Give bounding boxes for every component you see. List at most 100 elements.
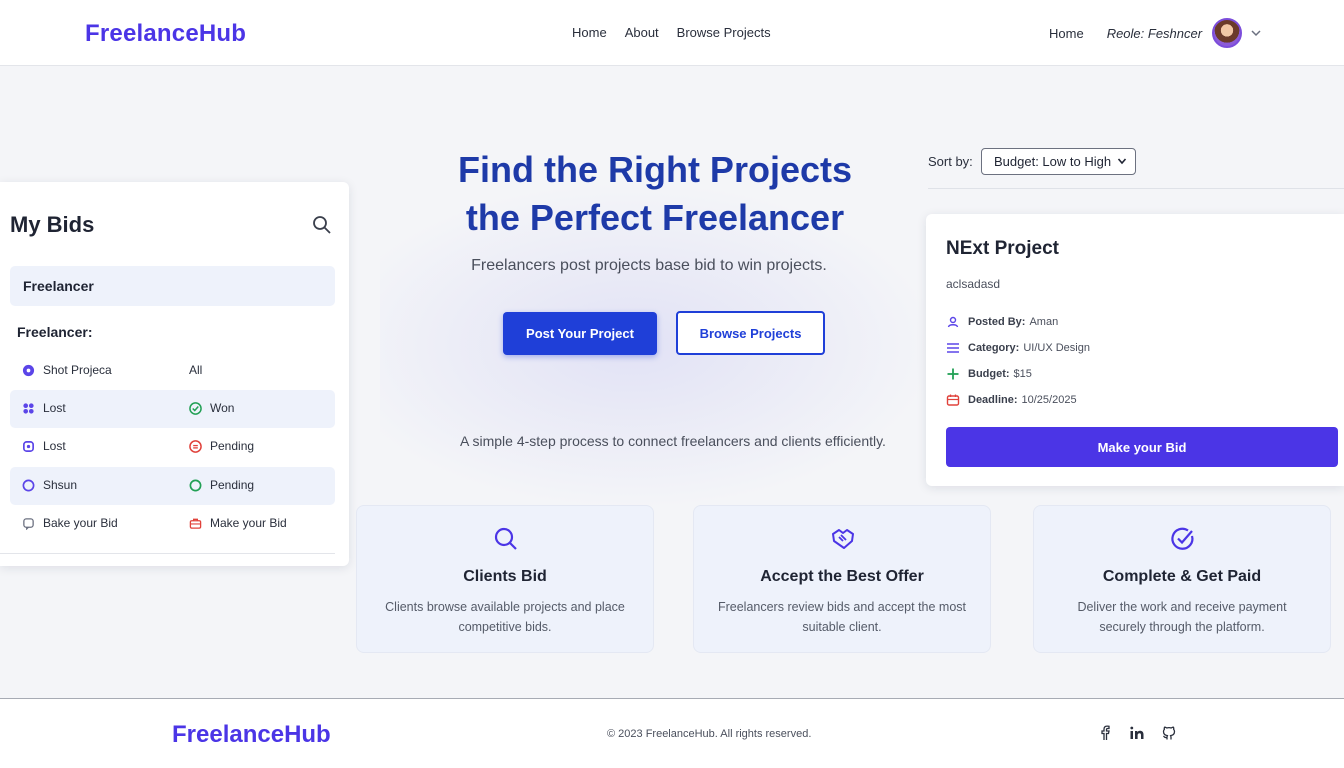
bid-cell-right: All: [189, 363, 202, 377]
bid-row[interactable]: Shot Projeca All: [10, 352, 335, 390]
sort-select-value: Budget: Low to High: [994, 154, 1112, 169]
bid-cell-left: Shot Projeca: [22, 363, 112, 377]
nav-links: Home About Browse Projects: [572, 25, 771, 40]
project-category: Category: UI/UX Design: [946, 341, 1090, 355]
post-project-button[interactable]: Post Your Project: [503, 312, 657, 355]
hero-title: Find the Right Projects the Perfect Free…: [420, 146, 890, 242]
linkedin-icon[interactable]: [1129, 725, 1145, 741]
bid-cell-left: Bake your Bid: [22, 516, 118, 530]
my-bids-panel: My Bids Freelancer Freelancer: Shot Proj…: [0, 182, 349, 566]
bid-status: Pending: [210, 478, 255, 492]
project-card: NExt Project aclsadasd Posted By: Aman C…: [926, 214, 1344, 486]
search-icon: [494, 527, 517, 550]
clock-circle-icon: [189, 439, 202, 453]
chevron-down-icon: [1117, 158, 1127, 165]
posted-by-value: Aman: [1029, 316, 1059, 328]
bid-cell-right: Make your Bid: [189, 516, 287, 530]
bid-row[interactable]: Bake your Bid Make your Bid: [10, 505, 335, 543]
bid-cell-left: Lost: [22, 401, 66, 415]
process-description: A simple 4-step process to connect freel…: [460, 433, 886, 449]
step-card-clients-bid: Clients Bid Clients browse available pro…: [356, 505, 654, 653]
hero-title-line-1: Find the Right Projects: [457, 149, 852, 190]
bid-status: Won: [210, 401, 235, 415]
circle-outline-icon: [189, 479, 202, 491]
bid-row[interactable]: Lost Won: [10, 390, 335, 428]
bids-role-selector[interactable]: Freelancer: [10, 266, 335, 306]
handshake-icon: [832, 529, 854, 549]
make-bid-button[interactable]: Make your Bid: [946, 427, 1338, 467]
bid-label: Bake your Bid: [43, 516, 118, 530]
my-bids-title: My Bids: [10, 212, 95, 237]
hero-subtitle: Freelancers post projects base bid to wi…: [471, 257, 827, 274]
check-badge-icon: [1171, 527, 1194, 550]
nav-user-area: Home Reole: Feshncer: [1049, 18, 1262, 48]
footer-brand[interactable]: FreelanceHub: [172, 721, 331, 749]
brand-logo[interactable]: FreelanceHub: [85, 20, 246, 48]
bid-cell-left: Shsun: [22, 478, 77, 492]
nav-link-browse-projects[interactable]: Browse Projects: [677, 25, 771, 40]
user-icon: [947, 316, 959, 328]
bid-cell-left: Lost: [22, 439, 66, 453]
bid-cell-right: Won: [189, 401, 234, 415]
project-posted-by: Posted By: Aman: [946, 315, 1058, 329]
bid-cell-right: Pending: [189, 439, 254, 453]
social-links: [1097, 725, 1177, 741]
project-budget: Budget: $15: [946, 367, 1032, 381]
nav-link-home[interactable]: Home: [572, 25, 607, 40]
role-label: Reole: Feshncer: [1106, 25, 1203, 41]
project-description: aclsadasd: [946, 277, 1001, 291]
bid-row[interactable]: Shsun Pending: [10, 467, 335, 505]
calendar-icon: [946, 394, 960, 406]
posted-by-label: Posted By:: [968, 316, 1026, 328]
browse-projects-button[interactable]: Browse Projects: [676, 311, 825, 355]
chevron-down-icon[interactable]: [1250, 27, 1262, 39]
bid-label: Shot Projeca: [43, 363, 112, 377]
bag-icon: [189, 518, 202, 529]
bids-divider: [0, 553, 335, 554]
sort-divider: [928, 188, 1344, 189]
facebook-icon[interactable]: [1097, 725, 1113, 741]
bid-row[interactable]: Lost Pending: [10, 428, 335, 466]
sort-label: Sort by:: [928, 154, 973, 169]
github-icon[interactable]: [1161, 725, 1177, 741]
bid-label: Shsun: [43, 478, 78, 492]
bids-group-label: Freelancer:: [17, 324, 93, 340]
circle-icon: [22, 479, 35, 491]
bid-label: Lost: [43, 401, 66, 415]
dot-icon: [22, 364, 35, 376]
step-description: Freelancers review bids and accept the m…: [717, 600, 967, 634]
footer-copyright: © 2023 FreelanceHub. All rights reserved…: [607, 728, 812, 740]
step-description: Deliver the work and receive payment sec…: [1077, 600, 1287, 634]
step-title: Accept the Best Offer: [760, 568, 924, 585]
top-navbar: FreelanceHub Home About Browse Projects …: [0, 0, 1344, 66]
deadline-value: 10/25/2025: [1021, 394, 1077, 406]
sort-select[interactable]: Budget: Low to High: [981, 148, 1136, 175]
project-deadline: Deadline: 10/25/2025: [946, 393, 1077, 407]
category-label: Category:: [968, 342, 1020, 354]
project-title: NExt Project: [946, 238, 1059, 259]
bid-status: Make your Bid: [210, 516, 287, 530]
check-circle-icon: [189, 401, 202, 415]
step-card-accept-offer: Accept the Best Offer Freelancers review…: [693, 505, 991, 653]
bid-cell-right: Pending: [189, 478, 254, 492]
step-title: Complete & Get Paid: [1102, 568, 1262, 585]
bid-status: All: [189, 363, 203, 377]
step-description: Clients browse available projects and pl…: [385, 600, 625, 634]
hero-title-line-2: the Perfect Freelancer: [465, 197, 845, 238]
deadline-label: Deadline:: [968, 394, 1018, 406]
footer: FreelanceHub © 2023 FreelanceHub. All ri…: [0, 698, 1344, 768]
cog-icon: [23, 440, 34, 452]
chat-icon: [23, 517, 34, 530]
bid-label: Lost: [43, 439, 66, 453]
budget-label: Budget:: [968, 368, 1010, 380]
user-avatar[interactable]: [1212, 18, 1243, 48]
category-value: UI/UX Design: [1023, 342, 1090, 354]
flower-icon: [23, 402, 34, 414]
bid-status: Pending: [210, 439, 255, 453]
step-card-complete-paid: Complete & Get Paid Deliver the work and…: [1033, 505, 1331, 653]
nav-link-about[interactable]: About: [625, 25, 659, 40]
search-icon[interactable]: [312, 215, 332, 235]
list-icon: [947, 343, 959, 353]
plus-icon: [947, 368, 959, 380]
nav-link-home-right[interactable]: Home: [1049, 26, 1084, 41]
